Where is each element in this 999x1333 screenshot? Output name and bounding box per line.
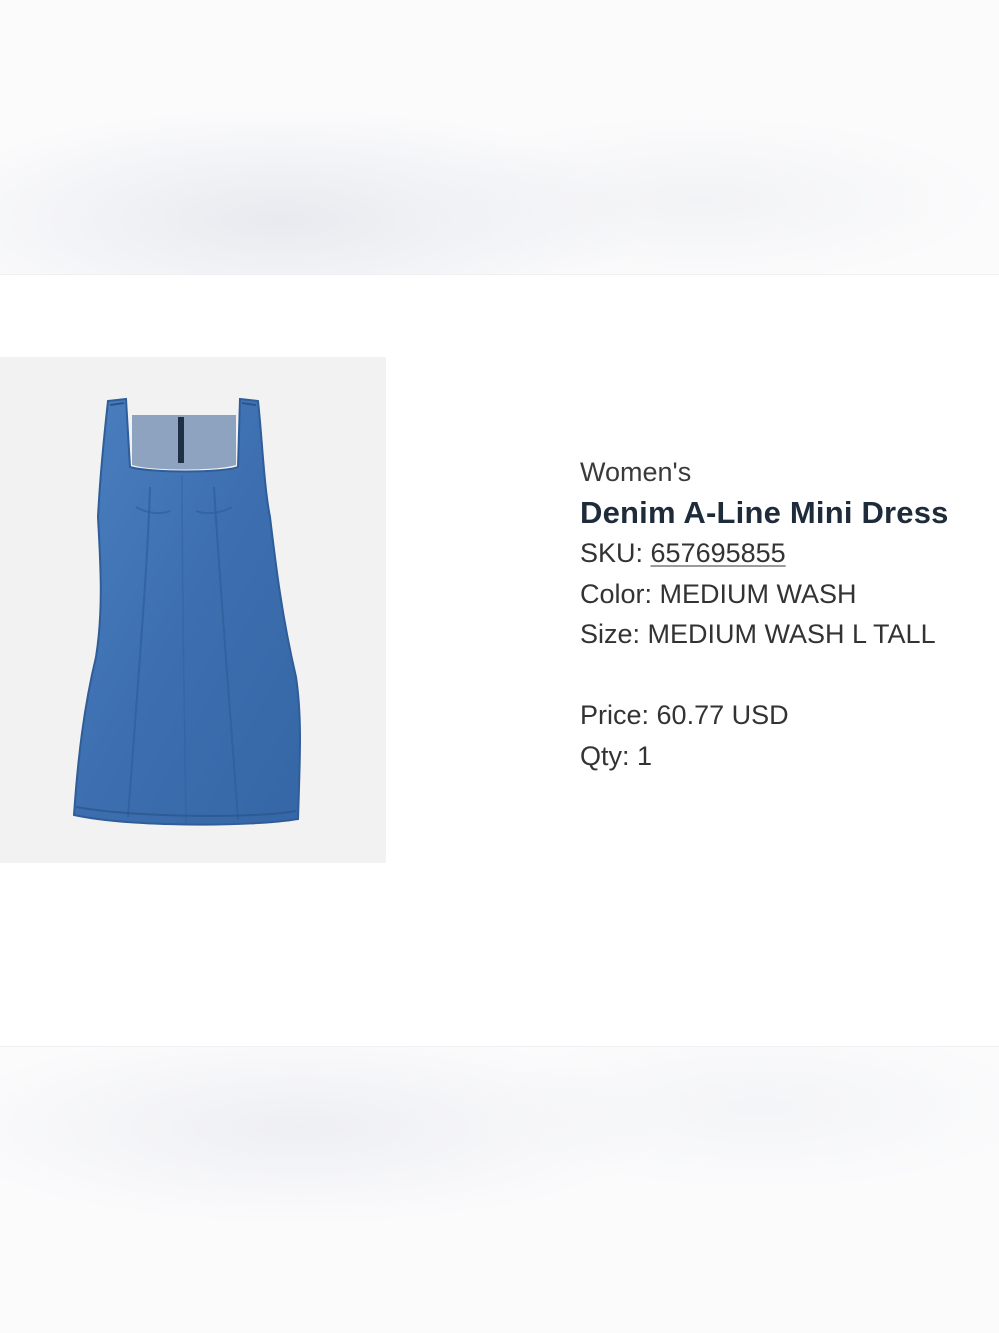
product-name[interactable]: Denim A-Line Mini Dress (580, 493, 999, 534)
qty-value: 1 (637, 740, 653, 771)
price-row: Price: 60.77 USD (580, 695, 999, 736)
sku-link[interactable]: 657695855 (651, 538, 786, 568)
qty-label: Qty: (580, 740, 638, 771)
sku-label: SKU: (580, 538, 651, 568)
sku-row: SKU: 657695855 (580, 533, 999, 574)
top-background-band (0, 0, 999, 275)
price-label: Price: (580, 700, 657, 730)
product-details: Women's Denim A-Line Mini Dress SKU: 657… (580, 452, 999, 776)
color-row: Color: MEDIUM WASH (580, 574, 999, 615)
order-item-card: Women's Denim A-Line Mini Dress SKU: 657… (0, 275, 999, 1045)
qty-row: Qty: 1 (580, 736, 999, 777)
size-label: Size: (580, 619, 648, 649)
order-item-page: Women's Denim A-Line Mini Dress SKU: 657… (0, 0, 999, 1333)
product-category: Women's (580, 457, 692, 487)
product-image[interactable] (0, 357, 386, 863)
denim-dress-image (72, 397, 301, 826)
size-row: Size: MEDIUM WASH L TALL (580, 614, 999, 655)
size-value: MEDIUM WASH L TALL (647, 619, 936, 649)
bottom-background-band (0, 1046, 999, 1333)
price-value: 60.77 USD (656, 700, 789, 730)
color-value: MEDIUM WASH (659, 578, 857, 609)
color-label: Color: (580, 578, 660, 609)
